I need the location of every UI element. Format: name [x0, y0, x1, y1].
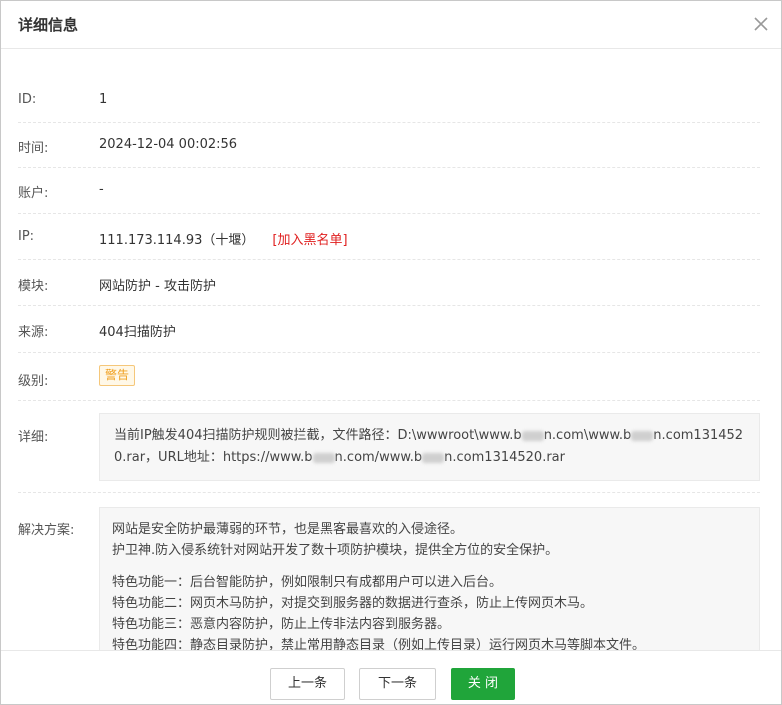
field-label: 级别: — [18, 374, 49, 389]
detail-text: n.com131452 — [653, 428, 744, 443]
solution-line: 网站是安全防护最薄弱的环节，也是黑客最喜欢的入侵途径。 — [112, 522, 464, 537]
detail-text-box: 当前IP触发404扫描防护规则被拦截，文件路径：D:\wwwroot\www.b… — [99, 413, 760, 481]
detail-dialog: 详细信息 ID: 1 时间: 2024-12-04 00:02:56 账户: -… — [0, 0, 782, 705]
field-row-time: 时间: 2024-12-04 00:02:56 — [18, 123, 760, 168]
solution-line: 特色功能三：恶意内容防护，防止上传非法内容到服务器。 — [112, 617, 451, 632]
field-value: 404扫描防护 — [99, 325, 176, 340]
dialog-footer: 上一条 下一条 关 闭 — [1, 650, 781, 704]
field-row-solution: 解决方案: 网站是安全防护最薄弱的环节，也是黑客最喜欢的入侵途径。 护卫神.防入… — [18, 493, 760, 650]
field-label: 账户: — [18, 186, 49, 201]
detail-text: n.com/www.b — [334, 450, 423, 465]
dialog-body: ID: 1 时间: 2024-12-04 00:02:56 账户: - IP: … — [1, 50, 781, 650]
dialog-header: 详细信息 — [1, 1, 781, 49]
dialog-title: 详细信息 — [18, 16, 79, 34]
level-badge: 警告 — [99, 365, 136, 386]
redacted-mask — [312, 452, 335, 463]
previous-button[interactable]: 上一条 — [270, 668, 345, 700]
field-value: 1 — [99, 92, 108, 107]
detail-text: 0.rar，URL地址：https://www.b — [114, 450, 313, 465]
field-label: 模块: — [18, 279, 49, 294]
field-value: 警告 — [99, 365, 136, 386]
field-value: 111.173.114.93（十堰） [加入黑名单] — [99, 229, 348, 248]
field-row-ip: IP: 111.173.114.93（十堰） [加入黑名单] — [18, 214, 760, 260]
ip-address: 111.173.114.93（十堰） — [99, 233, 255, 248]
field-label: 详细: — [18, 430, 49, 445]
close-icon[interactable] — [751, 14, 771, 34]
field-row-detail: 详细: 当前IP触发404扫描防护规则被拦截，文件路径：D:\wwwroot\w… — [18, 401, 760, 493]
add-to-blacklist-link[interactable]: [加入黑名单] — [272, 233, 347, 248]
redacted-mask — [422, 452, 445, 463]
field-row-level: 级别: 警告 — [18, 353, 760, 401]
solution-line: 特色功能一：后台智能防护，例如限制只有成都用户可以进入后台。 — [112, 575, 503, 590]
close-button[interactable]: 关 闭 — [451, 668, 515, 700]
field-label: IP: — [18, 229, 35, 244]
solution-line: 特色功能二：网页木马防护，对提交到服务器的数据进行查杀，防止上传网页木马。 — [112, 596, 594, 611]
solution-line: 护卫神.防入侵系统针对网站开发了数十项防护模块，提供全方位的安全保护。 — [112, 543, 559, 558]
detail-text: n.com1314520.rar — [444, 450, 565, 465]
field-label: 时间: — [18, 141, 49, 156]
solution-text-box: 网站是安全防护最薄弱的环节，也是黑客最喜欢的入侵途径。 护卫神.防入侵系统针对网… — [99, 507, 760, 650]
field-row-id: ID: 1 — [18, 77, 760, 123]
redacted-mask — [631, 430, 654, 441]
solution-line: 特色功能四：静态目录防护，禁止常用静态目录（例如上传目录）运行网页木马等脚本文件… — [112, 638, 646, 650]
detail-text: n.com\www.b — [543, 428, 632, 443]
field-value: - — [99, 182, 104, 197]
field-label: 解决方案: — [18, 523, 75, 538]
detail-text: 当前IP触发404扫描防护规则被拦截，文件路径：D:\wwwroot\www.b — [114, 428, 522, 443]
field-row-module: 模块: 网站防护 - 攻击防护 — [18, 260, 760, 306]
field-label: 来源: — [18, 325, 49, 340]
field-label: ID: — [18, 92, 37, 107]
redacted-mask — [521, 430, 544, 441]
field-row-source: 来源: 404扫描防护 — [18, 306, 760, 353]
field-row-account: 账户: - — [18, 168, 760, 214]
next-button[interactable]: 下一条 — [359, 668, 436, 700]
field-value: 网站防护 - 攻击防护 — [99, 279, 216, 294]
field-value: 2024-12-04 00:02:56 — [99, 137, 238, 152]
